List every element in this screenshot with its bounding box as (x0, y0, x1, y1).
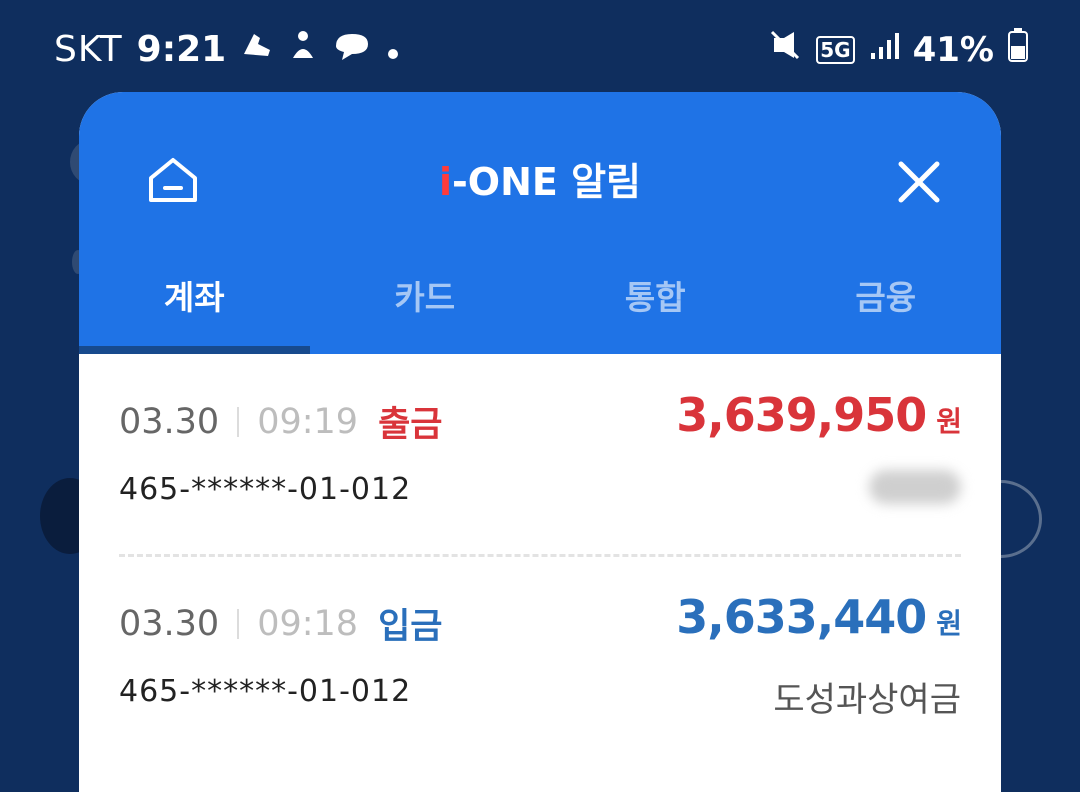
meta-separator (237, 406, 240, 437)
modal-header: i-ONE 알림 계좌 카드 통합 금융 (79, 92, 1001, 354)
battery-icon (1008, 28, 1028, 71)
title-text: -ONE 알림 (452, 160, 642, 204)
transaction-type: 출금 (378, 405, 443, 445)
notification-dot-icon (386, 29, 400, 70)
list-item[interactable]: 03.30 09:19 출금 3,639,950 원 465-******-01-… (119, 354, 962, 544)
transaction-memo: 도성과상여금 (773, 680, 961, 720)
carrier-label: SKT (54, 29, 123, 70)
person-icon (288, 28, 318, 71)
account-number: 465-******-01-012 (119, 674, 412, 709)
tab-finance[interactable]: 금융 (771, 268, 1002, 354)
title-brand-i: i (438, 160, 453, 204)
amount-value: 3,633,440 (676, 590, 927, 644)
shoe-icon (240, 28, 274, 71)
transaction-time: 09:19 (257, 401, 359, 442)
battery-percent: 41% (912, 29, 994, 70)
vibrate-mute-icon (768, 28, 802, 71)
transaction-amount: 3,639,950 원 (676, 388, 962, 442)
amount-value: 3,639,950 (676, 388, 927, 442)
chat-icon (332, 28, 372, 71)
clock: 9:21 (136, 29, 227, 70)
transaction-type: 입금 (378, 607, 443, 647)
amount-unit: 원 (936, 405, 962, 438)
blurred-memo (869, 470, 961, 504)
tab-account[interactable]: 계좌 (79, 268, 310, 354)
close-button[interactable] (887, 150, 951, 214)
tab-integrated[interactable]: 통합 (540, 268, 771, 354)
transaction-date: 03.30 (119, 401, 220, 442)
network-5g-icon: 5G (816, 35, 855, 64)
meta-separator (237, 608, 240, 639)
tab-card[interactable]: 카드 (310, 268, 541, 354)
tab-bar: 계좌 카드 통합 금융 (79, 268, 1001, 354)
list-item[interactable]: 03.30 09:18 입금 3,633,440 원 465-******-01-… (119, 556, 962, 746)
close-icon (898, 161, 940, 203)
account-number: 465-******-01-012 (119, 472, 412, 507)
transaction-date: 03.30 (119, 603, 220, 644)
amount-unit: 원 (936, 607, 962, 640)
status-bar: SKT 9:21 5G 41% (0, 0, 1080, 100)
transaction-time: 09:18 (257, 603, 359, 644)
transaction-amount: 3,633,440 원 (676, 590, 962, 644)
modal-title: i-ONE 알림 (79, 150, 1001, 214)
notification-modal: i-ONE 알림 계좌 카드 통합 금융 03.30 09:19 출금 3,63… (79, 92, 1001, 792)
signal-icon (869, 30, 899, 70)
